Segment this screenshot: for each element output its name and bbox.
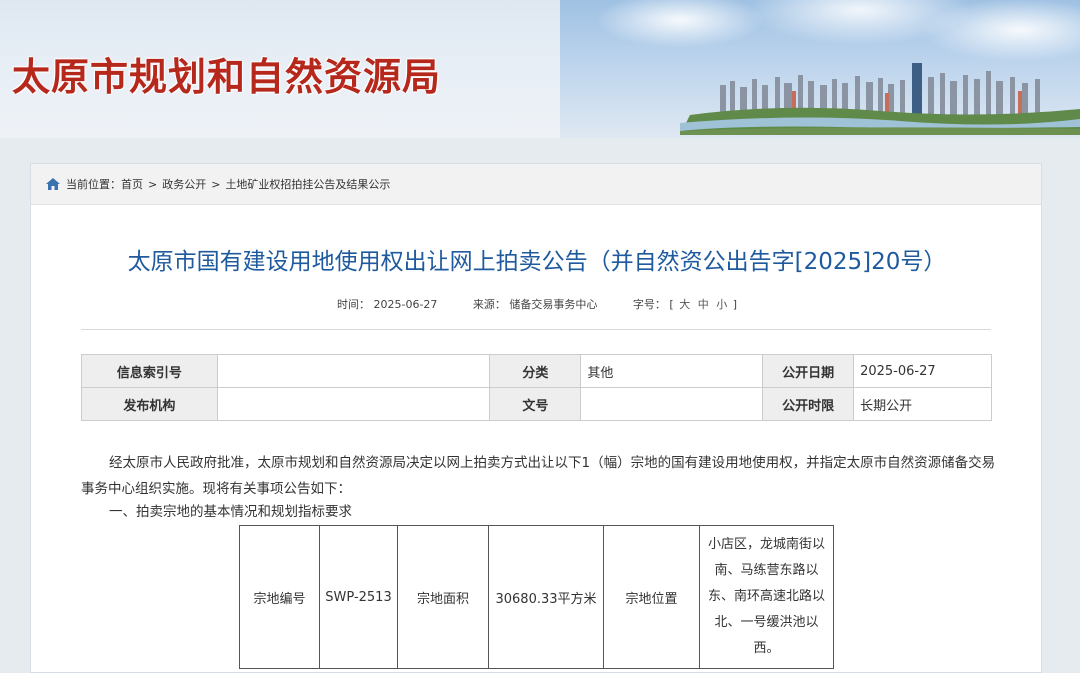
font-size-large-button[interactable]: 大: [679, 298, 690, 311]
category-value: 其他: [580, 354, 764, 388]
source-value: 储备交易事务中心: [509, 298, 598, 311]
breadcrumb-separator: >: [211, 177, 221, 191]
info-row: 发布机构 文号 公开时限 长期公开: [81, 387, 992, 421]
time-value: 2025-06-27: [373, 298, 438, 311]
time-label: 时间：: [336, 298, 370, 311]
article-source: 来源： 储备交易事务中心: [473, 298, 601, 311]
breadcrumb-gov-affairs[interactable]: 政务公开: [162, 176, 206, 192]
font-size-label: 字号：: [632, 298, 666, 311]
parcel-code-value: SWP-2513: [319, 525, 398, 669]
font-size-small-button[interactable]: 小: [716, 298, 727, 311]
category-label: 分类: [489, 354, 582, 388]
parcel-code-label: 宗地编号: [239, 525, 320, 669]
header-banner: 太原市规划和自然资源局: [0, 0, 1080, 138]
parcel-table: 宗地编号 SWP-2513 宗地面积 30680.33平方米 宗地位置 小店区，…: [239, 525, 834, 669]
source-label: 来源：: [472, 298, 506, 311]
home-icon: [46, 178, 60, 190]
issuer-label: 发布机构: [81, 387, 218, 421]
index-number-value: [216, 354, 491, 388]
document-number-label: 文号: [489, 387, 582, 421]
issuer-value: [216, 387, 491, 421]
article-title: 太原市国有建设用地使用权出让网上拍卖公告（并自然资公出告字[2025]20号）: [127, 249, 947, 275]
publish-time: 时间： 2025-06-27: [337, 298, 441, 311]
disclosure-period-value: 长期公开: [853, 387, 992, 421]
site-title: 太原市规划和自然资源局: [12, 55, 442, 99]
publish-date-label: 公开日期: [762, 354, 855, 388]
parcel-area-value: 30680.33平方米: [488, 525, 604, 669]
content-panel: 当前位置： 首页 > 政务公开 > 土地矿业权招拍挂公告及结果公示 太原市国有建…: [30, 163, 1042, 673]
disclosure-period-label: 公开时限: [762, 387, 855, 421]
breadcrumb-home[interactable]: 首页: [121, 176, 143, 192]
font-size-medium-button[interactable]: 中: [698, 298, 709, 311]
article-meta: 时间： 2025-06-27 来源： 储备交易事务中心 字号： [ 大 中 小 …: [31, 296, 1043, 312]
breadcrumb-land-announcements[interactable]: 土地矿业权招拍挂公告及结果公示: [225, 176, 390, 192]
breadcrumb-label: 当前位置：: [66, 178, 121, 191]
font-size-control: 字号： [ 大 中 小 ]: [633, 298, 737, 311]
parcel-location-label: 宗地位置: [603, 525, 700, 669]
section-heading: 一、拍卖宗地的基本情况和规划指标要求: [109, 504, 352, 520]
parcel-area-label: 宗地面积: [397, 525, 489, 669]
info-table: 信息索引号 分类 其他 公开日期 2025-06-27 发布机构 文号 公开时限…: [81, 354, 992, 421]
document-number-value: [580, 387, 764, 421]
bracket-open: [: [669, 298, 674, 311]
parcel-row: 宗地编号 SWP-2513 宗地面积 30680.33平方米 宗地位置 小店区，…: [239, 525, 834, 669]
publish-date-value: 2025-06-27: [853, 354, 992, 388]
city-skyline-image: [680, 63, 1080, 135]
bracket-close: ]: [732, 298, 738, 311]
breadcrumb: 当前位置： 首页 > 政务公开 > 土地矿业权招拍挂公告及结果公示: [31, 164, 1041, 205]
breadcrumb-separator: >: [148, 177, 158, 191]
info-row: 信息索引号 分类 其他 公开日期 2025-06-27: [81, 354, 992, 388]
index-number-label: 信息索引号: [81, 354, 218, 388]
title-divider: [81, 329, 991, 330]
intro-paragraph: 经太原市人民政府批准，太原市规划和自然资源局决定以网上拍卖方式出让以下1（幅）宗…: [81, 455, 996, 497]
parcel-location-value: 小店区，龙城南街以南、马练营东路以东、南环高速北路以北、一号缓洪池以西。: [699, 525, 834, 669]
